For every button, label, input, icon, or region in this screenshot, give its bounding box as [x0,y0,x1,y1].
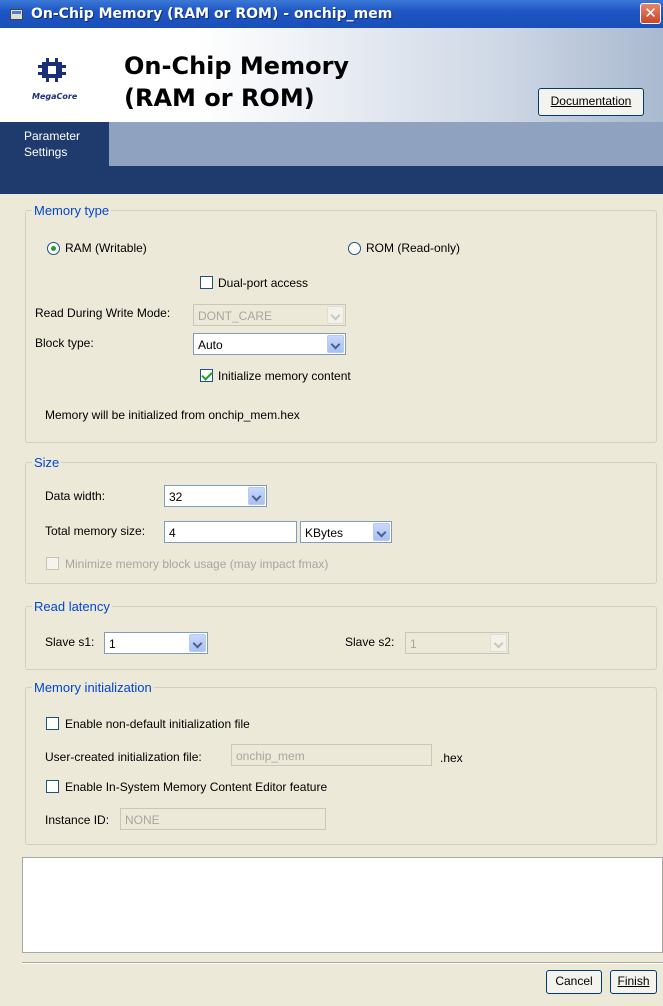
memory-init-legend: Memory initialization [34,680,152,695]
header-title-line1: On-Chip Memory [124,52,350,80]
read-latency-legend: Read latency [34,599,110,614]
init-content-checkbox[interactable] [200,369,213,382]
chevron-down-icon [490,634,507,652]
total-size-input[interactable]: 4 [164,521,297,543]
chevron-down-icon [327,306,344,324]
minimize-label: Minimize memory block usage (may impact … [65,557,329,571]
slave-s1-label: Slave s1: [45,635,95,649]
enable-editor-checkbox[interactable] [46,780,59,793]
wizard-header: MegaCore On-Chip Memory (RAM or ROM) Doc… [0,28,663,122]
slave-s1-value: 1 [109,637,116,651]
enable-init-file-checkbox[interactable] [46,717,59,730]
tab-parameter-settings[interactable]: Parameter Settings [16,122,109,166]
instance-id-input[interactable]: NONE [120,808,326,830]
window-title: On-Chip Memory (RAM or ROM) - onchip_mem [31,6,393,22]
rom-radio[interactable] [348,242,361,255]
init-content-label: Initialize memory content [218,369,351,383]
read-during-write-value: DONT_CARE [198,309,273,323]
hex-suffix: .hex [440,751,463,765]
window-icon [10,8,23,20]
size-legend: Size [34,455,60,470]
logo-text: MegaCore [32,92,78,101]
size-unit-value: KBytes [305,526,344,540]
minimize-checkbox[interactable] [46,557,59,570]
read-during-write-label: Read During Write Mode: [35,306,171,320]
ram-radio[interactable] [47,242,60,255]
total-size-label: Total memory size: [45,524,146,538]
enable-init-file-label: Enable non-default initialization file [65,717,250,731]
enable-editor-label: Enable In-System Memory Content Editor f… [65,780,328,794]
slave-s2-select[interactable]: 1 [405,632,509,654]
header-title: On-Chip Memory (RAM or ROM) [124,50,349,114]
title-bar[interactable]: On-Chip Memory (RAM or ROM) - onchip_mem… [0,0,663,28]
chevron-down-icon[interactable] [373,523,390,541]
rom-label: ROM (Read-only) [366,241,461,255]
chevron-down-icon[interactable] [189,634,206,652]
finish-button[interactable]: Finish [610,970,657,994]
dual-port-label: Dual-port access [218,276,309,290]
slave-s2-value: 1 [410,637,417,651]
footer-divider [22,962,663,964]
data-width-select[interactable]: 32 [164,485,267,507]
nav-strip [0,166,663,194]
block-type-select[interactable]: Auto [193,333,346,355]
read-during-write-select[interactable]: DONT_CARE [193,304,346,326]
block-type-label: Block type: [35,336,94,350]
documentation-button[interactable]: Documentation [538,88,644,116]
slave-s2-label: Slave s2: [345,635,395,649]
chevron-down-icon[interactable] [248,487,265,505]
data-width-label: Data width: [45,489,106,503]
close-button[interactable]: ✕ [640,3,661,24]
tab-band [16,122,663,166]
user-file-input[interactable]: onchip_mem [231,744,432,766]
data-width-value: 32 [169,490,183,504]
memory-type-legend: Memory type [34,203,110,218]
header-title-line2: (RAM or ROM) [124,84,315,112]
finish-label: Finish [617,974,650,988]
megacore-chip-icon [38,58,66,82]
size-unit-select[interactable]: KBytes [300,521,392,543]
user-file-label: User-created initialization file: [45,750,202,764]
megacore-logo: MegaCore [32,54,77,110]
tab-label-line1: Parameter [24,129,81,143]
dual-port-checkbox[interactable] [200,276,213,289]
message-area[interactable] [22,857,663,953]
slave-s1-select[interactable]: 1 [104,632,208,654]
block-type-value: Auto [198,338,223,352]
cancel-button[interactable]: Cancel [546,970,602,994]
init-message: Memory will be initialized from onchip_m… [45,408,300,422]
documentation-label: Documentation [550,94,632,108]
chevron-down-icon[interactable] [327,335,344,353]
tab-label-line2: Settings [24,145,68,159]
ram-label: RAM (Writable) [65,241,147,255]
instance-id-label: Instance ID: [45,813,110,827]
